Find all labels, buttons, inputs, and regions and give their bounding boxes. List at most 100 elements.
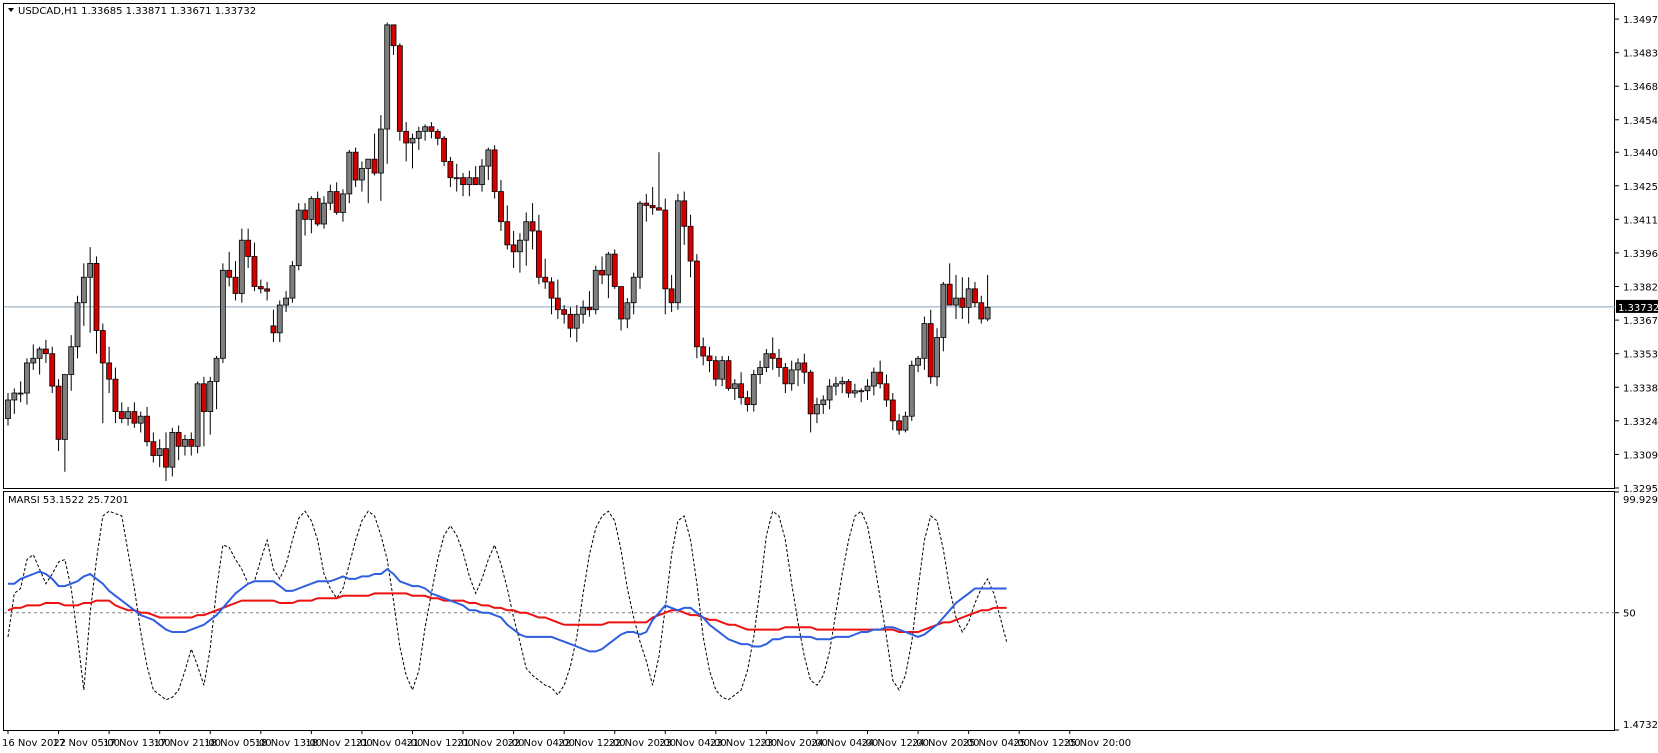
candle-body-bull bbox=[238, 239, 245, 294]
candle bbox=[491, 145, 498, 199]
candle bbox=[485, 147, 492, 180]
candle bbox=[637, 200, 643, 289]
price-tick-label: 1.34830 bbox=[1623, 49, 1658, 60]
indicator-header-text: MARSI 53.1522 25.7201 bbox=[8, 495, 129, 506]
candle bbox=[472, 166, 479, 186]
candle-body-bull bbox=[24, 362, 30, 394]
candle-body-bull bbox=[36, 348, 43, 359]
candle bbox=[681, 191, 688, 245]
candle bbox=[479, 159, 485, 192]
candle-body-bull bbox=[757, 367, 763, 375]
candle bbox=[371, 133, 378, 176]
candle-body-bull bbox=[137, 415, 144, 424]
candle bbox=[144, 406, 150, 447]
candle-body-bear bbox=[946, 283, 953, 306]
candle-body-bear bbox=[554, 297, 561, 311]
candle bbox=[542, 258, 549, 289]
candle-body-bull bbox=[870, 371, 877, 387]
candle-body-bull bbox=[833, 383, 839, 387]
candle bbox=[978, 295, 985, 324]
candle bbox=[295, 203, 302, 271]
candle bbox=[864, 379, 871, 400]
candle bbox=[946, 263, 953, 306]
candle bbox=[744, 390, 751, 412]
dropdown-triangle-icon[interactable] bbox=[8, 8, 14, 12]
candle bbox=[118, 402, 125, 424]
candle bbox=[201, 376, 207, 447]
price-tick-label: 1.32950 bbox=[1623, 484, 1658, 495]
candle-body-bear bbox=[561, 309, 568, 315]
candle bbox=[403, 122, 410, 162]
candle-body-bear bbox=[548, 281, 555, 299]
candle bbox=[24, 358, 30, 405]
candle-body-bear bbox=[144, 415, 150, 443]
candle-body-bear bbox=[106, 362, 113, 380]
candle-body-bear bbox=[744, 397, 751, 406]
candle bbox=[251, 242, 258, 292]
candle bbox=[163, 432, 169, 482]
candle-body-bear bbox=[245, 239, 252, 257]
candle bbox=[592, 265, 599, 315]
price-tick-label: 1.33530 bbox=[1623, 350, 1658, 361]
candle bbox=[377, 115, 384, 201]
candle bbox=[618, 286, 624, 331]
candle bbox=[238, 228, 245, 303]
candle-body-bear bbox=[529, 221, 536, 232]
price-tick-label: 1.34540 bbox=[1623, 116, 1658, 127]
candle-body-bull bbox=[675, 200, 681, 304]
candle bbox=[769, 337, 776, 370]
candle bbox=[314, 191, 321, 227]
main-panel-frame bbox=[3, 3, 1615, 489]
candle bbox=[68, 335, 75, 391]
candle-body-bear bbox=[43, 348, 49, 355]
candle bbox=[820, 395, 827, 414]
candle-body-bull bbox=[5, 399, 11, 419]
candle bbox=[801, 353, 808, 384]
indicator-axis-ticks: 99.9299 50 1.4732 bbox=[1615, 491, 1658, 731]
candle-body-bull bbox=[377, 128, 384, 174]
candle-body-bull bbox=[750, 374, 757, 406]
candle-body-bear bbox=[687, 225, 694, 262]
candle-body-bull bbox=[321, 202, 327, 225]
candle bbox=[434, 129, 441, 146]
candle-body-bear bbox=[889, 399, 896, 422]
candle-body-bear bbox=[535, 230, 542, 278]
candle-body-bull bbox=[940, 283, 947, 338]
candle-body-bull bbox=[953, 297, 959, 306]
candle-body-bear bbox=[649, 205, 656, 209]
candle-body-bull bbox=[219, 269, 226, 359]
candle-body-bear bbox=[251, 256, 258, 287]
candle bbox=[940, 281, 947, 352]
candle bbox=[106, 346, 113, 394]
candle-body-bull bbox=[485, 149, 492, 167]
candle-body-bull bbox=[453, 177, 460, 180]
candle-body-bear bbox=[112, 378, 119, 412]
current-price-tag: 1.33732 bbox=[1616, 299, 1658, 314]
candle-body-bull bbox=[984, 306, 991, 320]
candle bbox=[795, 358, 801, 387]
candle bbox=[763, 349, 770, 373]
candle-body-bull bbox=[820, 399, 827, 406]
candle-body-bull bbox=[851, 390, 858, 394]
candle bbox=[984, 274, 991, 322]
candle bbox=[289, 261, 296, 303]
candle-body-bear bbox=[428, 126, 435, 132]
candle bbox=[365, 158, 372, 204]
candle bbox=[422, 124, 429, 141]
candle bbox=[605, 251, 612, 299]
candle-body-bull bbox=[965, 288, 972, 308]
candle bbox=[719, 356, 726, 387]
candle bbox=[731, 379, 738, 400]
candle-body-bull bbox=[605, 253, 612, 276]
symbol-header: USDCAD,H1 1.33685 1.33871 1.33671 1.3373… bbox=[8, 6, 256, 17]
candle-body-bull bbox=[921, 323, 928, 359]
candle-body-bear bbox=[163, 448, 169, 468]
candle bbox=[877, 360, 884, 389]
candle-body-bull bbox=[763, 353, 770, 368]
candle-body-bull bbox=[169, 432, 176, 468]
candle bbox=[453, 163, 460, 192]
candle bbox=[150, 432, 157, 463]
candle-body-bull bbox=[359, 168, 365, 181]
candle bbox=[611, 249, 618, 289]
candle bbox=[55, 379, 62, 451]
